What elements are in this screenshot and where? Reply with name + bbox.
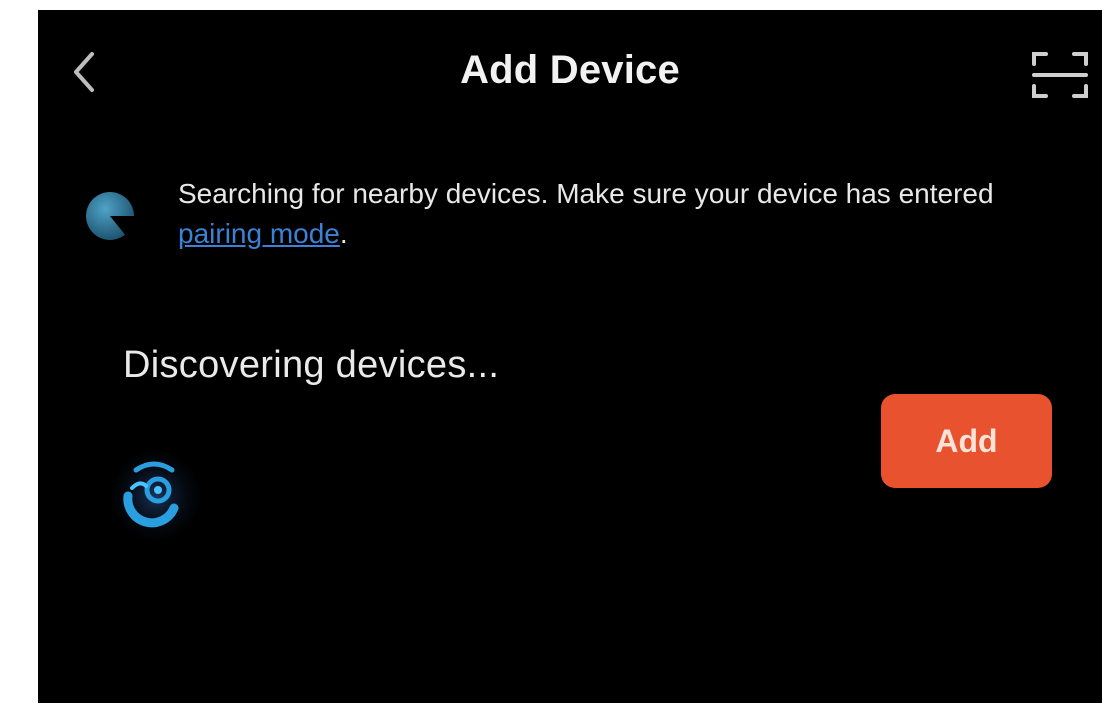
search-notice: Searching for nearby devices. Make sure … bbox=[82, 172, 1082, 252]
scan-button[interactable] bbox=[1030, 50, 1090, 100]
scan-icon bbox=[1032, 52, 1088, 98]
page-title: Add Device bbox=[460, 48, 680, 92]
notice-text-end: . bbox=[339, 218, 348, 249]
notice-text-main: Searching for nearby devices. Make sure … bbox=[178, 178, 994, 209]
add-device-screen: Add Device Searching for nearby devices.… bbox=[38, 10, 1102, 703]
add-button[interactable]: Add bbox=[881, 394, 1052, 488]
pairing-mode-link[interactable]: pairing mode bbox=[178, 218, 340, 249]
device-app-icon[interactable] bbox=[110, 450, 214, 540]
top-bar: Add Device bbox=[38, 10, 1102, 130]
searching-spinner-icon bbox=[82, 188, 138, 244]
notice-text: Searching for nearby devices. Make sure … bbox=[178, 174, 1078, 254]
discovering-title: Discovering devices... bbox=[123, 344, 500, 386]
